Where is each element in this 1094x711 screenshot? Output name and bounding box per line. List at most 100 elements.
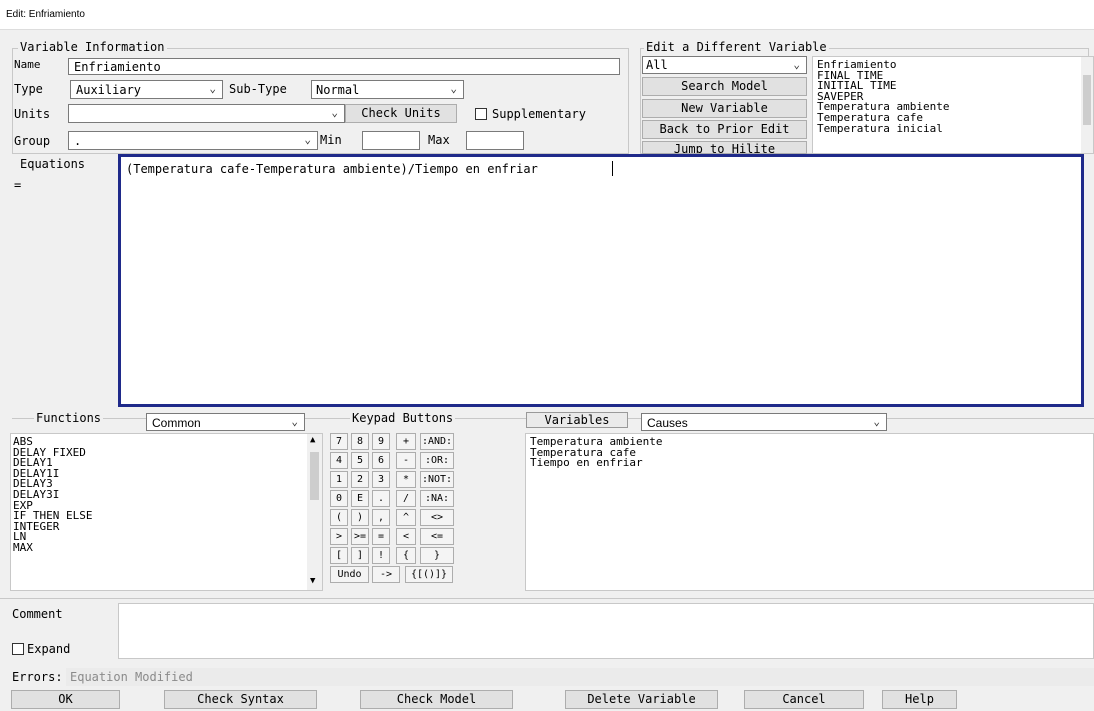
keypad: 7 8 9 +:AND: 4 5 6-:OR: 1 2 3 *:NOT: 0 E. /:NA:(), ^ <>…: [328, 433, 523, 593]
subtype-label: Sub-Type: [229, 82, 287, 96]
keypad-key[interactable]: E: [351, 490, 369, 507]
jump-to-hilite-button[interactable]: Jump to Hilite: [642, 141, 807, 154]
keypad-key[interactable]: >=: [351, 528, 369, 545]
delete-variable-button[interactable]: Delete Variable: [565, 690, 718, 709]
keypad-key[interactable]: 8: [351, 433, 369, 450]
keypad-key[interactable]: ,: [372, 509, 390, 526]
subtype-select[interactable]: Normal ⌄: [311, 80, 464, 99]
keypad-key[interactable]: .: [372, 490, 390, 507]
scroll-down-icon[interactable]: ▼: [310, 576, 315, 586]
keypad-key[interactable]: :NOT:: [420, 471, 454, 488]
scrollbar-thumb[interactable]: [310, 452, 319, 500]
functions-label: Functions: [34, 411, 104, 425]
units-label: Units: [14, 107, 51, 121]
keypad-key[interactable]: +: [396, 433, 416, 450]
equation-text: (Temperatura cafe-Temperatura ambiente)/…: [126, 162, 538, 176]
variables-tab[interactable]: Variables: [526, 412, 628, 428]
chevron-down-icon: ⌄: [450, 82, 457, 95]
min-label: Min: [320, 133, 342, 147]
keypad-key[interactable]: 4: [330, 452, 348, 469]
chevron-down-icon: ⌄: [793, 58, 800, 71]
causes-list[interactable]: Temperatura ambiente Temperatura cafe Tiem…: [525, 433, 1094, 591]
keypad-key[interactable]: {: [396, 547, 416, 564]
keypad-key[interactable]: ]: [351, 547, 369, 564]
keypad-key[interactable]: :OR:: [420, 452, 454, 469]
title-bar: Edit: Enfriamiento: [0, 0, 1094, 30]
window-title: Edit: Enfriamiento: [6, 9, 85, 20]
keypad-key[interactable]: ->: [372, 566, 400, 583]
variable-list[interactable]: Enfriamiento FINAL TIME INITIAL TIME SAVEPE…: [812, 56, 1094, 154]
variable-filter-select[interactable]: All ⌄: [642, 56, 807, 74]
keypad-key[interactable]: ^: [396, 509, 416, 526]
comment-input[interactable]: [118, 603, 1094, 659]
variable-information-legend: Variable Information: [18, 40, 167, 54]
scroll-up-icon[interactable]: ▲: [310, 435, 315, 445]
keypad-key[interactable]: =: [372, 528, 390, 545]
function-list-item[interactable]: MAX: [13, 542, 92, 554]
keypad-key[interactable]: 2: [351, 471, 369, 488]
keypad-key[interactable]: [: [330, 547, 348, 564]
units-select[interactable]: ⌄: [68, 104, 345, 123]
functions-scrollbar[interactable]: ▲ ▼: [307, 434, 322, 590]
functions-list[interactable]: ABS DELAY FIXED DELAY1 DELAY1I DELAY3 DELAY3I…: [10, 433, 323, 591]
help-button[interactable]: Help: [882, 690, 957, 709]
cancel-button[interactable]: Cancel: [744, 690, 864, 709]
errors-label: Errors:: [12, 670, 63, 684]
expand-checkbox[interactable]: [12, 643, 24, 655]
variable-list-item[interactable]: Temperatura inicial: [817, 123, 949, 135]
keypad-key[interactable]: -: [396, 452, 416, 469]
functions-list-items: ABS DELAY FIXED DELAY1 DELAY1I DELAY3 DELAY3I…: [13, 436, 92, 554]
keypad-key[interactable]: :NA:: [420, 490, 454, 507]
keypad-key[interactable]: 3: [372, 471, 390, 488]
functions-category-select[interactable]: Common ⌄: [146, 413, 305, 431]
check-syntax-button[interactable]: Check Syntax: [164, 690, 317, 709]
keypad-key[interactable]: 0: [330, 490, 348, 507]
back-to-prior-edit-button[interactable]: Back to Prior Edit: [642, 120, 807, 139]
text-cursor: [612, 161, 613, 176]
edit-different-variable-legend: Edit a Different Variable: [644, 40, 829, 54]
keypad-key[interactable]: <=: [420, 528, 454, 545]
search-model-button[interactable]: Search Model: [642, 77, 807, 96]
group-label: Group: [14, 134, 51, 148]
keypad-key[interactable]: >: [330, 528, 348, 545]
undo-button[interactable]: Undo: [330, 566, 369, 583]
keypad-key[interactable]: {[()]}: [405, 566, 453, 583]
check-units-button[interactable]: Check Units: [345, 104, 457, 123]
name-label: Name: [14, 58, 41, 71]
comment-label: Comment: [12, 607, 63, 621]
keypad-key[interactable]: <: [396, 528, 416, 545]
ok-button[interactable]: OK: [11, 690, 120, 709]
min-input[interactable]: [362, 131, 420, 150]
equation-editor[interactable]: (Temperatura cafe-Temperatura ambiente)/…: [118, 154, 1084, 407]
keypad-key[interactable]: 7: [330, 433, 348, 450]
new-variable-button[interactable]: New Variable: [642, 99, 807, 118]
equation-scrollbar[interactable]: [1084, 154, 1094, 407]
name-input[interactable]: Enfriamiento: [68, 58, 620, 75]
keypad-key[interactable]: 6: [372, 452, 390, 469]
keypad-key[interactable]: !: [372, 547, 390, 564]
keypad-key[interactable]: 5: [351, 452, 369, 469]
keypad-key[interactable]: *: [396, 471, 416, 488]
keypad-key[interactable]: <>: [420, 509, 454, 526]
chevron-down-icon: ⌄: [209, 82, 216, 95]
chevron-down-icon: ⌄: [304, 133, 311, 146]
keypad-key[interactable]: 1: [330, 471, 348, 488]
keypad-key[interactable]: ): [351, 509, 369, 526]
scrollbar-thumb[interactable]: [1083, 75, 1091, 125]
keypad-key[interactable]: :AND:: [420, 433, 454, 450]
type-select[interactable]: Auxiliary ⌄: [70, 80, 223, 99]
max-input[interactable]: [466, 131, 524, 150]
supplementary-checkbox[interactable]: [475, 108, 487, 120]
chevron-down-icon: ⌄: [331, 106, 338, 119]
variables-mode-select[interactable]: Causes ⌄: [641, 413, 887, 431]
type-label: Type: [14, 82, 43, 96]
check-model-button[interactable]: Check Model: [360, 690, 513, 709]
group-select[interactable]: . ⌄: [68, 131, 318, 150]
keypad-key[interactable]: 9: [372, 433, 390, 450]
cause-list-item[interactable]: Tiempo en enfriar: [530, 457, 662, 469]
keypad-key[interactable]: /: [396, 490, 416, 507]
variable-list-scrollbar[interactable]: [1081, 57, 1093, 153]
keypad-key[interactable]: }: [420, 547, 454, 564]
keypad-key[interactable]: (: [330, 509, 348, 526]
chevron-down-icon: ⌄: [873, 415, 880, 428]
